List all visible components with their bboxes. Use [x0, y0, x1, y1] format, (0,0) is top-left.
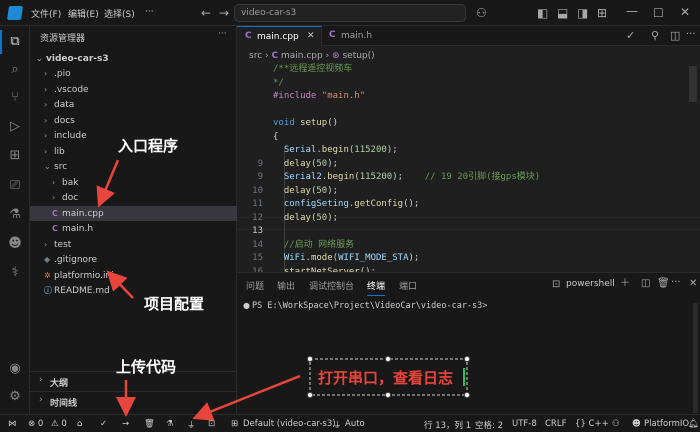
- config-arrow: [106, 270, 134, 299]
- serial-arrow: [192, 374, 301, 421]
- annotation-config: 项目配置: [144, 295, 205, 313]
- entry-arrow: [96, 159, 120, 208]
- annotation-entry: 入口程序: [118, 137, 179, 155]
- annotation-upload: 上传代码: [116, 358, 177, 376]
- annotation-serial: 打开串口，查看日志: [318, 369, 454, 387]
